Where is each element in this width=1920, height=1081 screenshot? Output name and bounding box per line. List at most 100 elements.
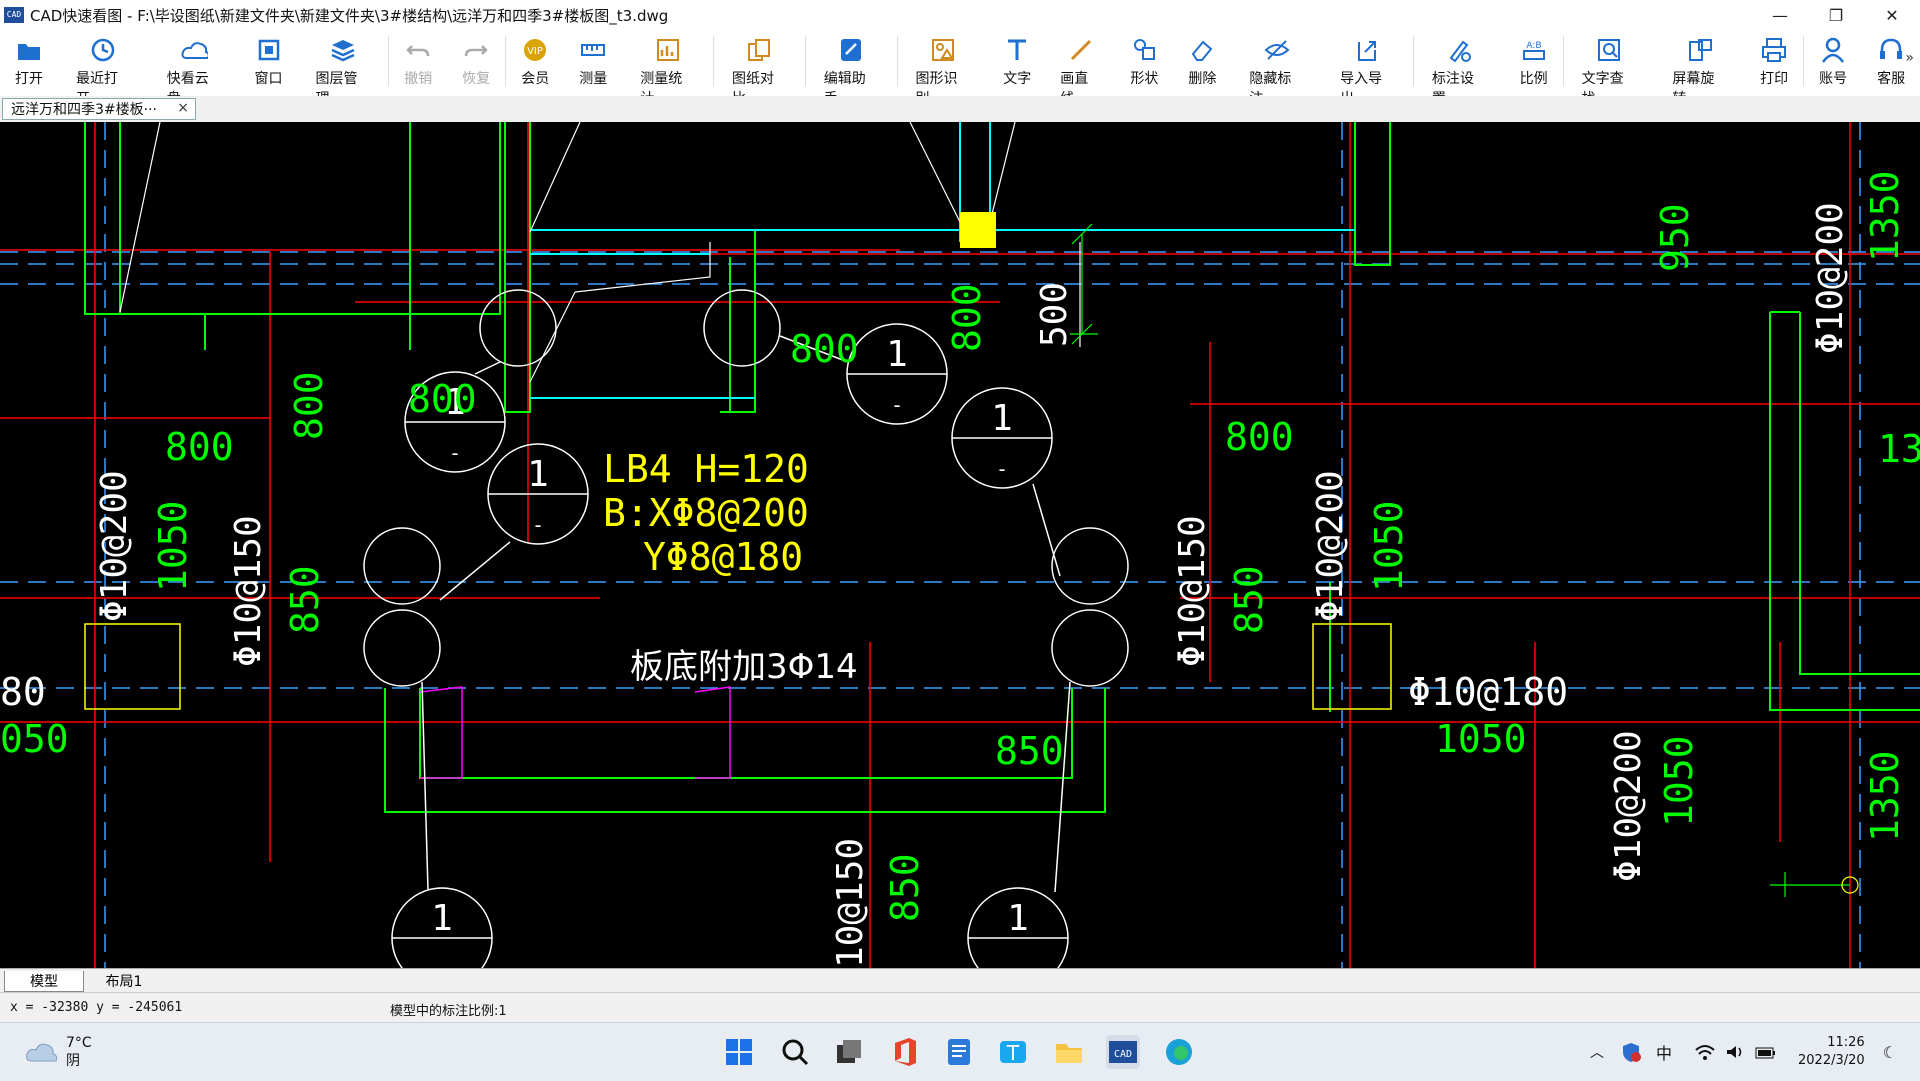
- toolbar-label: 比例: [1519, 71, 1548, 87]
- toolbar-label: 撤销: [404, 71, 433, 87]
- toolbar-button-shape-recognize[interactable]: 图形识别: [898, 30, 989, 107]
- toolbar-button-measure-stats[interactable]: 测量统计: [622, 30, 713, 107]
- print-icon: [1759, 36, 1789, 64]
- office-icon[interactable]: [888, 1035, 922, 1069]
- search-icon[interactable]: [778, 1035, 812, 1069]
- ime-indicator[interactable]: 中: [1656, 1040, 1672, 1064]
- toolbar-label: 测量: [579, 71, 608, 87]
- svg-text:VIP: VIP: [527, 46, 543, 57]
- toolbar-button-eraser[interactable]: 删除: [1173, 30, 1231, 92]
- document-tab-bar: 远洋万和四季3#楼板··· ×: [0, 96, 1920, 123]
- toolbar-label: 打开: [15, 71, 43, 87]
- drawing-canvas[interactable]: 1 1 1 1 1 1 - - - - LB4 H=120 B:XΦ8@200 …: [0, 122, 1920, 968]
- toolbar-button-cloud[interactable]: 快看云盘: [149, 30, 240, 107]
- start-icon[interactable]: [722, 1035, 756, 1069]
- toolbar-button-undo[interactable]: 撤销: [389, 30, 447, 92]
- dim-850: 850: [883, 853, 927, 922]
- dim-1050: 1050: [1657, 735, 1701, 827]
- bubble-sub: -: [449, 441, 461, 465]
- bubble-number: 1: [431, 898, 453, 939]
- weather-widget[interactable]: 7°C 阴: [24, 1023, 92, 1081]
- slab-note: 板底附加3Φ14: [630, 647, 858, 687]
- cloud-icon: [179, 36, 209, 64]
- toolbar-more-button[interactable]: »: [1905, 50, 1914, 66]
- toolbar-label: 形状: [1130, 71, 1159, 87]
- toolbar-button-measure[interactable]: 测量: [564, 30, 622, 92]
- window-icon: [254, 36, 284, 64]
- battery-icon[interactable]: [1754, 1043, 1778, 1061]
- dim-950: 950: [1653, 203, 1697, 272]
- bubble-sub: -: [532, 513, 544, 537]
- notepad-app-icon[interactable]: [942, 1035, 976, 1069]
- dim-800: 800: [287, 371, 331, 440]
- annotation-scale: 模型中的标注比例:1: [390, 1004, 507, 1019]
- toolbar-button-annotation-settings[interactable]: 标注设置: [1414, 30, 1505, 107]
- slab-bottom-x: B:XΦ8@200: [603, 491, 809, 535]
- cloud-icon: [26, 1043, 58, 1062]
- toolbar-label: 窗口: [254, 71, 283, 87]
- close-tab-icon[interactable]: ×: [177, 100, 189, 116]
- rebar-label: Φ10@150: [228, 515, 269, 667]
- tab-layout1[interactable]: 布局1: [88, 971, 160, 991]
- tab-model[interactable]: 模型: [4, 971, 84, 992]
- toolbar-button-open-folder[interactable]: 打开: [0, 30, 58, 92]
- toolbar-button-redo[interactable]: 恢复: [447, 30, 505, 92]
- toolbar-button-recent[interactable]: 最近打开: [58, 30, 149, 107]
- coordinate-readout: x = -32380 y = -245061: [10, 1000, 183, 1015]
- main-toolbar: 打开最近打开快看云盘窗口图层管理撤销 恢复 VIP 会员 测量测量统计图纸对比编辑助手图…: [0, 30, 1920, 107]
- rotate-screen-icon: [1685, 36, 1715, 64]
- notification-moon-icon[interactable]: ☾: [1883, 1043, 1897, 1062]
- hide-annotation-icon: [1262, 36, 1292, 64]
- document-tab-label: 远洋万和四季3#楼板···: [11, 102, 157, 118]
- toolbar-button-compare[interactable]: 图纸对比: [714, 30, 805, 107]
- scale-icon: A:B: [1519, 36, 1549, 64]
- vip-icon: VIP: [520, 36, 550, 64]
- minimize-button[interactable]: —: [1752, 0, 1808, 30]
- toolbar-button-scale[interactable]: A:B 比例: [1505, 30, 1563, 92]
- shape-recognize-icon: [928, 36, 958, 64]
- toolbar-button-edit-assistant[interactable]: 编辑助手: [806, 30, 897, 107]
- rebar-label: Φ10@200: [1310, 470, 1351, 622]
- toolbar-button-window[interactable]: 窗口: [240, 30, 298, 92]
- clock[interactable]: 11:26 2022/3/20: [1798, 1034, 1865, 1070]
- import-export-icon: [1352, 36, 1382, 64]
- volume-icon[interactable]: [1724, 1043, 1746, 1061]
- headset-icon: [1876, 36, 1906, 64]
- cad-app-icon[interactable]: CAD: [1106, 1035, 1140, 1069]
- rebar-label: Φ10@180: [1408, 670, 1568, 714]
- toolbar-button-rotate-screen[interactable]: 屏幕旋转: [1654, 30, 1745, 107]
- bubble-number: 1: [886, 334, 908, 375]
- shape-icon: [1129, 36, 1159, 64]
- toolbar-button-line[interactable]: 画直线: [1046, 30, 1115, 107]
- file-explorer-icon[interactable]: [1052, 1035, 1086, 1069]
- toolbar-button-text[interactable]: 文字: [988, 30, 1046, 92]
- toolbar-button-account[interactable]: 账号: [1804, 30, 1862, 92]
- wifi-icon[interactable]: [1694, 1043, 1716, 1061]
- slab-label: LB4 H=120: [603, 447, 809, 491]
- toolbar-button-import-export[interactable]: 导入导出: [1322, 30, 1413, 107]
- chevron-up-icon[interactable]: ︿: [1590, 1042, 1604, 1062]
- task-view-icon[interactable]: [832, 1035, 866, 1069]
- dim-1050: 1050: [1367, 500, 1411, 592]
- toolbar-button-shape[interactable]: 形状: [1115, 30, 1173, 92]
- close-button[interactable]: ✕: [1864, 0, 1920, 30]
- bubble-number: 1: [527, 454, 549, 495]
- restore-button[interactable]: ❐: [1808, 0, 1864, 30]
- toolbar-button-hide-annotation[interactable]: 隐藏标注: [1231, 30, 1322, 107]
- dim-800: 800: [945, 283, 989, 352]
- account-icon: [1818, 36, 1848, 64]
- edge-browser-icon[interactable]: [1162, 1035, 1196, 1069]
- text-search-icon: [1594, 36, 1624, 64]
- text-app-icon[interactable]: T: [996, 1035, 1030, 1069]
- toolbar-button-vip[interactable]: VIP 会员: [506, 30, 564, 92]
- toolbar-button-print[interactable]: 打印: [1745, 30, 1803, 92]
- selected-object-marker[interactable]: [960, 212, 996, 248]
- document-tab[interactable]: 远洋万和四季3#楼板··· ×: [2, 98, 196, 120]
- toolbar-button-text-search[interactable]: 文字查找: [1564, 30, 1655, 107]
- system-tray: ︿ 中 11:26 2022/3/20 ☾: [1590, 1023, 1897, 1081]
- bubble-sub: -: [996, 457, 1008, 481]
- dim-1050: 1050: [151, 500, 195, 592]
- dim-850: 850: [1227, 565, 1271, 634]
- toolbar-button-layers[interactable]: 图层管理: [298, 30, 389, 107]
- security-shield-icon[interactable]: [1620, 1041, 1642, 1063]
